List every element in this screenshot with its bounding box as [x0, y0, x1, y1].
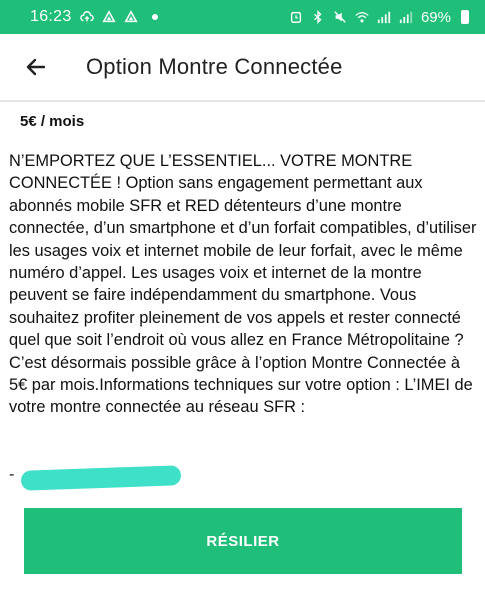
status-left: 16:23: [30, 8, 158, 26]
alarm-icon: [290, 11, 302, 23]
status-right: 69%: [289, 9, 469, 26]
cloud-upload-icon: [79, 11, 94, 22]
imei-value: -: [9, 466, 15, 483]
signal-icon: [399, 11, 413, 24]
app-bar: Option Montre Connectée: [0, 34, 485, 100]
triangle-app-icon: [123, 10, 138, 23]
price-label: 5€ / mois: [20, 113, 85, 130]
signal-icon: [377, 11, 391, 24]
status-time: 16:23: [30, 8, 72, 25]
dot-icon: [151, 14, 158, 20]
arrow-left-icon: [26, 58, 46, 76]
battery-percent: 69%: [420, 8, 451, 26]
bluetooth-icon: [314, 10, 322, 24]
imei-row: -: [9, 465, 309, 492]
status-bar: 16:23 69%: [0, 0, 485, 34]
back-button[interactable]: [16, 47, 56, 87]
header-divider: [0, 100, 485, 102]
triangle-app-icon: [101, 10, 116, 23]
option-description: N’EMPORTEZ QUE L’ESSENTIEL... VOTRE MONT…: [9, 152, 477, 417]
redaction-mark: [20, 465, 182, 491]
mute-icon: [334, 11, 346, 23]
page-title: Option Montre Connectée: [86, 54, 343, 79]
battery-icon: [461, 10, 469, 24]
cancel-option-button[interactable]: RÉSILIER: [24, 508, 462, 574]
wifi-icon: [355, 12, 369, 23]
